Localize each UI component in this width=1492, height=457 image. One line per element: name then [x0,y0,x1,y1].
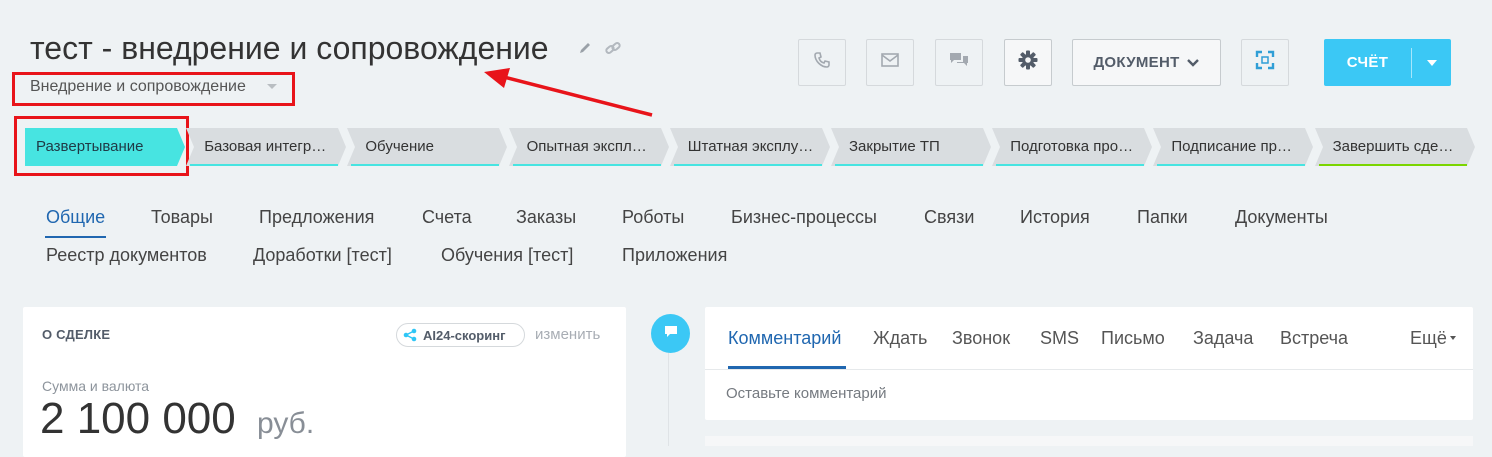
activity-tab-7[interactable]: Встреча [1280,326,1348,350]
document-button-label: ДОКУМЕНТ [1093,54,1180,71]
tab-1-1[interactable]: Общие [46,205,105,229]
tab-1-11[interactable]: Документы [1235,205,1328,229]
gear-icon [1017,49,1039,76]
stage-label: Подписание пр… [1171,138,1292,155]
ai-scoring-label: AI24-скоринг [423,327,506,343]
call-button[interactable] [798,39,846,86]
stage-7[interactable]: Подготовка про… [992,128,1160,166]
stage-label: Опытная экспл… [526,138,647,155]
link-icon[interactable] [604,40,621,56]
divider [705,369,1473,370]
stage-label: Завершить сде… [1332,138,1454,155]
stage-1[interactable]: Развертывание [25,128,193,166]
tab-1-10[interactable]: Папки [1137,205,1188,229]
currency-value: руб. [257,407,315,440]
stage-label: Штатная эксплу… [687,138,814,155]
activity-editor [705,307,1473,420]
tab-active-underline [45,236,106,238]
ai-scoring-badge[interactable]: AI24-скоринг [396,323,525,347]
stage-label: Закрытие ТП [849,138,940,155]
stage-label: Базовая интегр… [204,138,327,155]
timeline-item [705,436,1473,446]
timeline-comment-marker [651,314,690,353]
activity-tab-6[interactable]: Задача [1193,326,1253,350]
timeline-line [668,340,669,446]
stage-6[interactable]: Закрытие ТП [831,128,999,166]
amount-label: Сумма и валюта [42,378,150,394]
document-button[interactable]: ДОКУМЕНТ [1072,39,1221,86]
comment-icon [663,323,679,344]
invoice-button[interactable]: СЧЁТ [1324,39,1451,86]
stage-9[interactable]: Завершить сде… [1314,128,1483,166]
chat-icon [948,50,970,75]
tab-2-4[interactable]: Приложения [622,243,727,267]
change-link[interactable]: изменить [535,326,600,344]
amount-value: 2 100 000 [40,394,236,443]
stage-label: Подготовка про… [1010,138,1134,155]
phone-icon [812,50,832,75]
activity-tab-2[interactable]: Ждать [873,326,927,350]
ai-share-icon [403,328,417,342]
stage-4[interactable]: Опытная экспл… [508,128,677,166]
tab-2-2[interactable]: Доработки [тест] [253,243,392,267]
stage-5[interactable]: Штатная эксплу… [669,128,838,166]
stage-3[interactable]: Обучение [347,128,515,166]
stage-label: Обучение [365,138,434,155]
activity-tab-5[interactable]: Письмо [1101,326,1165,350]
chat-button[interactable] [935,39,983,86]
activity-tab-1[interactable]: Комментарий [728,326,841,350]
tab-1-4[interactable]: Счета [422,205,472,229]
email-button[interactable] [866,39,914,86]
sync-button[interactable] [1241,39,1289,86]
invoice-button-label: СЧЁТ [1346,54,1389,71]
chevron-down-icon [1186,58,1200,68]
tab-2-1[interactable]: Реестр документов [46,243,207,267]
tab-1-3[interactable]: Предложения [259,205,374,229]
caret-down-icon [1450,336,1456,340]
tab-1-5[interactable]: Заказы [516,205,576,229]
caret-down-icon[interactable] [1412,59,1451,66]
annotation-arrow [484,68,653,117]
tab-1-2[interactable]: Товары [151,205,213,229]
mail-icon [880,52,900,73]
sync-icon [1253,48,1277,77]
comment-input[interactable]: Оставьте комментарий [726,385,887,403]
annotation-box-category [12,72,295,106]
tab-1-9[interactable]: История [1020,205,1090,229]
tab-1-7[interactable]: Бизнес-процессы [731,205,877,229]
activity-more-button[interactable]: Ещё [1410,326,1447,350]
tab-1-6[interactable]: Роботы [622,205,684,229]
stage-8[interactable]: Подписание пр… [1153,128,1321,166]
settings-button[interactable] [1004,39,1052,86]
activity-tab-4[interactable]: SMS [1040,326,1079,350]
activity-tab-3[interactable]: Звонок [952,326,1010,350]
stage-2[interactable]: Базовая интегр… [186,128,354,166]
section-title: О СДЕЛКЕ [42,327,111,342]
tab-2-3[interactable]: Обучения [тест] [441,243,573,267]
tab-1-8[interactable]: Связи [924,205,974,229]
stage-label: Развертывание [36,138,144,155]
pencil-icon[interactable] [577,40,593,56]
